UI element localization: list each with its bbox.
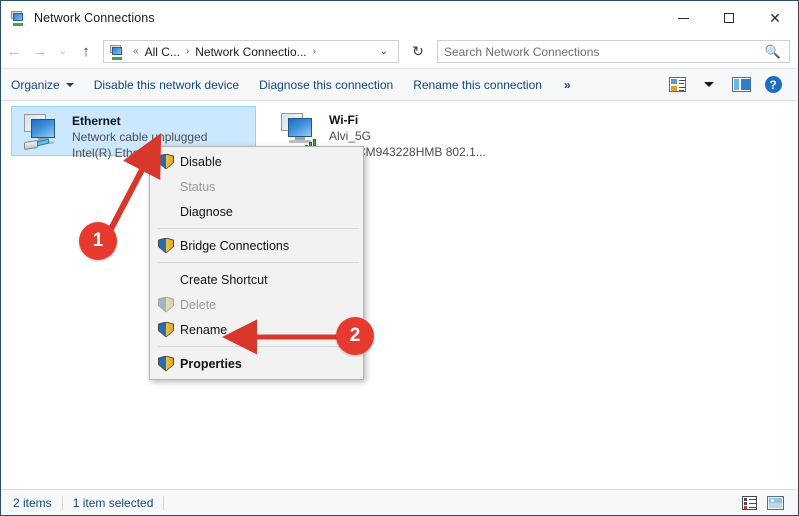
address-bar-row: ← → ⌄ ↑ « All C... › Network Connectio..…: [1, 35, 798, 68]
shield-icon: [158, 154, 174, 170]
large-icons-view-icon[interactable]: [764, 494, 786, 512]
forward-button[interactable]: →: [27, 39, 53, 65]
window-title: Network Connections: [34, 11, 155, 25]
diagnose-connection-button[interactable]: Diagnose this connection: [249, 74, 403, 96]
ethernet-adapter-icon: [18, 112, 66, 154]
annotation-badge-2: 2: [336, 317, 374, 355]
network-connections-window: Network Connections ✕ ← → ⌄ ↑ « All C...…: [0, 0, 799, 516]
chevron-down-icon: [66, 83, 74, 87]
rename-connection-button[interactable]: Rename this connection: [403, 74, 552, 96]
disable-network-device-button[interactable]: Disable this network device: [84, 74, 249, 96]
connection-status: Alvi_5G: [329, 128, 486, 144]
close-icon: ✕: [769, 11, 781, 25]
menu-item-label: Diagnose: [174, 205, 233, 219]
preview-pane-icon[interactable]: [726, 72, 756, 98]
back-button[interactable]: ←: [1, 39, 27, 65]
shield-icon: [158, 322, 174, 338]
breadcrumb-item-0[interactable]: All C...: [143, 45, 182, 59]
menu-item-label: Delete: [174, 298, 216, 312]
window-controls: ✕: [660, 1, 798, 35]
title-bar: Network Connections ✕: [1, 1, 798, 35]
menu-item-rename[interactable]: Rename: [150, 317, 363, 342]
annotation-badge-1: 1: [79, 222, 117, 260]
menu-separator: [158, 228, 359, 229]
shield-icon: [158, 356, 174, 372]
connection-status: Network cable unplugged: [72, 129, 207, 145]
breadcrumb[interactable]: « All C... › Network Connectio... › ⌄: [103, 40, 399, 63]
breadcrumb-network-icon: [109, 44, 125, 60]
menu-item-label: Disable: [174, 155, 222, 169]
up-button[interactable]: ↑: [73, 39, 99, 65]
menu-item-diagnose[interactable]: Diagnose: [150, 199, 363, 224]
menu-item-label: Bridge Connections: [174, 239, 289, 253]
status-bar: 2 items 1 item selected: [1, 489, 798, 515]
help-glyph: ?: [765, 76, 782, 93]
connection-name: Wi-Fi: [329, 112, 486, 128]
shield-icon: [158, 297, 174, 313]
view-options-icon[interactable]: [662, 72, 692, 98]
maximize-button[interactable]: [706, 1, 752, 35]
menu-item-status: Status: [150, 174, 363, 199]
breadcrumb-separator-icon: ›: [182, 46, 193, 57]
network-connections-icon: [10, 10, 26, 26]
menu-item-label: Create Shortcut: [174, 273, 268, 287]
status-view-buttons: [738, 494, 798, 512]
context-menu: Disable Status Diagnose Bridge Connectio…: [149, 146, 364, 380]
menu-separator: [158, 262, 359, 263]
connections-list: Ethernet Network cable unplugged Intel(R…: [1, 101, 798, 489]
status-selection: 1 item selected: [63, 496, 165, 510]
toolbar-right-group: ?: [662, 72, 798, 98]
details-view-icon[interactable]: [738, 494, 760, 512]
search-input[interactable]: [438, 45, 761, 59]
help-icon[interactable]: ?: [758, 72, 788, 98]
menu-item-delete: Delete: [150, 292, 363, 317]
search-box[interactable]: 🔍: [437, 40, 790, 63]
breadcrumb-separator-icon-2[interactable]: ›: [309, 46, 320, 57]
menu-item-properties[interactable]: Properties: [150, 351, 363, 376]
recent-locations-icon[interactable]: ⌄: [53, 39, 73, 65]
menu-item-bridge-connections[interactable]: Bridge Connections: [150, 233, 363, 258]
organize-label: Organize: [11, 78, 60, 92]
organize-button[interactable]: Organize: [1, 74, 84, 96]
view-options-chevron-down-icon[interactable]: [694, 72, 724, 98]
menu-item-disable[interactable]: Disable: [150, 149, 363, 174]
close-button[interactable]: ✕: [752, 1, 798, 35]
menu-item-create-shortcut[interactable]: Create Shortcut: [150, 267, 363, 292]
breadcrumb-dropdown-icon[interactable]: ⌄: [372, 46, 398, 57]
menu-item-label: Rename: [174, 323, 227, 337]
menu-item-label: Properties: [174, 357, 242, 371]
toolbar-overflow-button[interactable]: »: [552, 78, 583, 92]
shield-icon: [158, 238, 174, 254]
breadcrumb-overflow-icon[interactable]: «: [129, 46, 143, 57]
refresh-button[interactable]: ↻: [405, 39, 431, 65]
status-item-count: 2 items: [1, 496, 63, 510]
connection-name: Ethernet: [72, 113, 207, 129]
minimize-button[interactable]: [660, 1, 706, 35]
breadcrumb-item-1[interactable]: Network Connectio...: [193, 45, 308, 59]
menu-item-label: Status: [174, 180, 215, 194]
search-icon[interactable]: 🔍: [761, 44, 789, 60]
menu-separator: [158, 346, 359, 347]
command-toolbar: Organize Disable this network device Dia…: [1, 68, 798, 101]
